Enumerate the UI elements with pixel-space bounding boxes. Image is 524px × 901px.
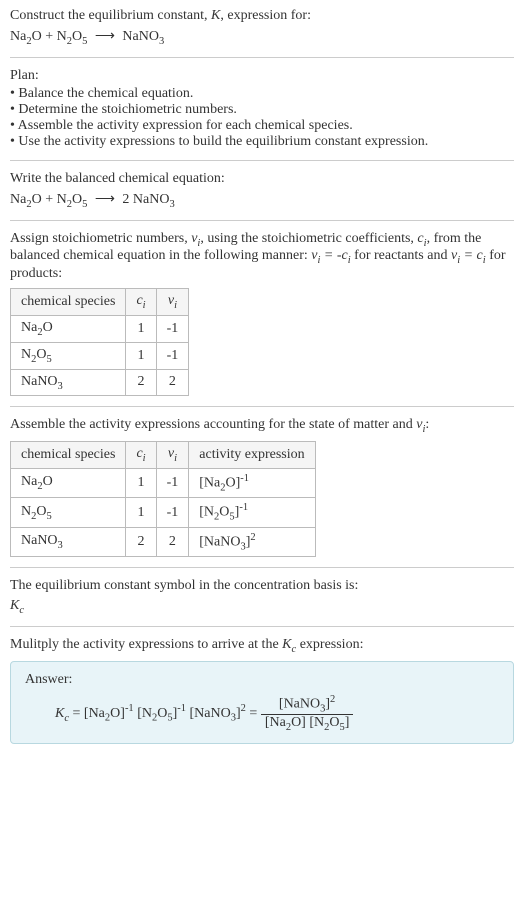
vi-cell: -1 bbox=[156, 498, 189, 527]
divider bbox=[10, 160, 514, 161]
table-row: Na2O 1 -1 [Na2O]-1 bbox=[11, 468, 316, 497]
plan-item: Assemble the activity expression for eac… bbox=[10, 118, 514, 134]
species-cell: NaNO3 bbox=[11, 369, 126, 396]
activity-cell: [N2O5]-1 bbox=[189, 498, 315, 527]
ci-cell: 1 bbox=[126, 498, 156, 527]
vi-cell: -1 bbox=[156, 315, 189, 342]
kc-symbol: Kc bbox=[282, 637, 296, 652]
plan-list: Balance the chemical equation. Determine… bbox=[10, 86, 514, 150]
kc-symbol: Kc bbox=[10, 598, 514, 616]
plan-item: Use the activity expressions to build th… bbox=[10, 134, 514, 150]
table-header-row: chemical species ci νi activity expressi… bbox=[11, 442, 316, 469]
text: Assemble the activity expressions accoun… bbox=[10, 417, 416, 432]
vi-cell: 2 bbox=[156, 527, 189, 556]
activity-section: Assemble the activity expressions accoun… bbox=[10, 417, 514, 557]
ci-cell: 1 bbox=[126, 468, 156, 497]
activity-cell: [NaNO3]2 bbox=[189, 527, 315, 556]
stoich-intro: Assign stoichiometric numbers, νi, using… bbox=[10, 231, 514, 283]
text: expression: bbox=[296, 637, 363, 652]
divider bbox=[10, 626, 514, 627]
answer-label: Answer: bbox=[25, 672, 499, 688]
vi-cell: 2 bbox=[156, 369, 189, 396]
activity-intro: Assemble the activity expressions accoun… bbox=[10, 417, 514, 435]
balanced-section: Write the balanced chemical equation: Na… bbox=[10, 171, 514, 210]
species-cell: Na2O bbox=[11, 315, 126, 342]
balanced-title: Write the balanced chemical equation: bbox=[10, 171, 514, 187]
kc-expression: Kc = [Na2O]-1 [N2O5]-1 [NaNO3]2 = [NaNO3… bbox=[25, 694, 499, 733]
activity-cell: [Na2O]-1 bbox=[189, 468, 315, 497]
plan-title: Plan: bbox=[10, 68, 514, 84]
col-ci: ci bbox=[126, 289, 156, 316]
numerator: [NaNO3]2 bbox=[261, 694, 354, 715]
text: : bbox=[425, 417, 429, 432]
species-cell: N2O5 bbox=[11, 498, 126, 527]
divider bbox=[10, 220, 514, 221]
table-row: NaNO3 2 2 [NaNO3]2 bbox=[11, 527, 316, 556]
answer-box: Answer: Kc = [Na2O]-1 [N2O5]-1 [NaNO3]2 … bbox=[10, 661, 514, 744]
col-vi: νi bbox=[156, 442, 189, 469]
table-row: Na2O 1 -1 bbox=[11, 315, 189, 342]
text: , using the stoichiometric coefficients, bbox=[200, 231, 417, 246]
ci-cell: 1 bbox=[126, 342, 156, 369]
ci-cell: 2 bbox=[126, 369, 156, 396]
constant-section: The equilibrium constant symbol in the c… bbox=[10, 578, 514, 616]
plan-item: Determine the stoichiometric numbers. bbox=[10, 102, 514, 118]
intro-suffix: , expression for: bbox=[220, 8, 311, 23]
col-vi: νi bbox=[156, 289, 189, 316]
vi-cell: -1 bbox=[156, 468, 189, 497]
col-species: chemical species bbox=[11, 289, 126, 316]
nu-eq-reactants: νi = -ci bbox=[311, 248, 350, 263]
species-cell: Na2O bbox=[11, 468, 126, 497]
c-i: ci bbox=[417, 231, 426, 246]
fraction: [NaNO3]2 [Na2O] [N2O5] bbox=[261, 694, 354, 733]
activity-table: chemical species ci νi activity expressi… bbox=[10, 441, 316, 557]
table-row: NaNO3 2 2 bbox=[11, 369, 189, 396]
denominator: [Na2O] [N2O5] bbox=[261, 715, 354, 733]
plan-section: Plan: Balance the chemical equation. Det… bbox=[10, 68, 514, 150]
text: for reactants and bbox=[351, 248, 451, 263]
problem-statement: Construct the equilibrium constant, K, e… bbox=[10, 8, 514, 47]
divider bbox=[10, 406, 514, 407]
multiply-section: Mulitply the activity expressions to arr… bbox=[10, 637, 514, 744]
nu-i: νi bbox=[191, 231, 200, 246]
intro-text: Construct the equilibrium constant, bbox=[10, 8, 211, 23]
balanced-equation: Na2O + N2O5 ⟶ 2 NaNO3 bbox=[10, 191, 514, 210]
unbalanced-equation: Na2O + N2O5 ⟶ NaNO3 bbox=[10, 28, 514, 47]
divider bbox=[10, 567, 514, 568]
col-species: chemical species bbox=[11, 442, 126, 469]
multiply-intro: Mulitply the activity expressions to arr… bbox=[10, 637, 514, 655]
stoich-table: chemical species ci νi Na2O 1 -1 N2O5 1 … bbox=[10, 288, 189, 396]
constant-text: The equilibrium constant symbol in the c… bbox=[10, 578, 514, 594]
ci-cell: 2 bbox=[126, 527, 156, 556]
species-cell: N2O5 bbox=[11, 342, 126, 369]
text: Assign stoichiometric numbers, bbox=[10, 231, 191, 246]
species-cell: NaNO3 bbox=[11, 527, 126, 556]
stoich-section: Assign stoichiometric numbers, νi, using… bbox=[10, 231, 514, 397]
col-activity: activity expression bbox=[189, 442, 315, 469]
ci-cell: 1 bbox=[126, 315, 156, 342]
nu-eq-products: νi = ci bbox=[451, 248, 486, 263]
table-row: N2O5 1 -1 [N2O5]-1 bbox=[11, 498, 316, 527]
plan-item: Balance the chemical equation. bbox=[10, 86, 514, 102]
vi-cell: -1 bbox=[156, 342, 189, 369]
table-header-row: chemical species ci νi bbox=[11, 289, 189, 316]
table-row: N2O5 1 -1 bbox=[11, 342, 189, 369]
divider bbox=[10, 57, 514, 58]
text: Mulitply the activity expressions to arr… bbox=[10, 637, 282, 652]
col-ci: ci bbox=[126, 442, 156, 469]
K-symbol: K bbox=[211, 8, 220, 23]
